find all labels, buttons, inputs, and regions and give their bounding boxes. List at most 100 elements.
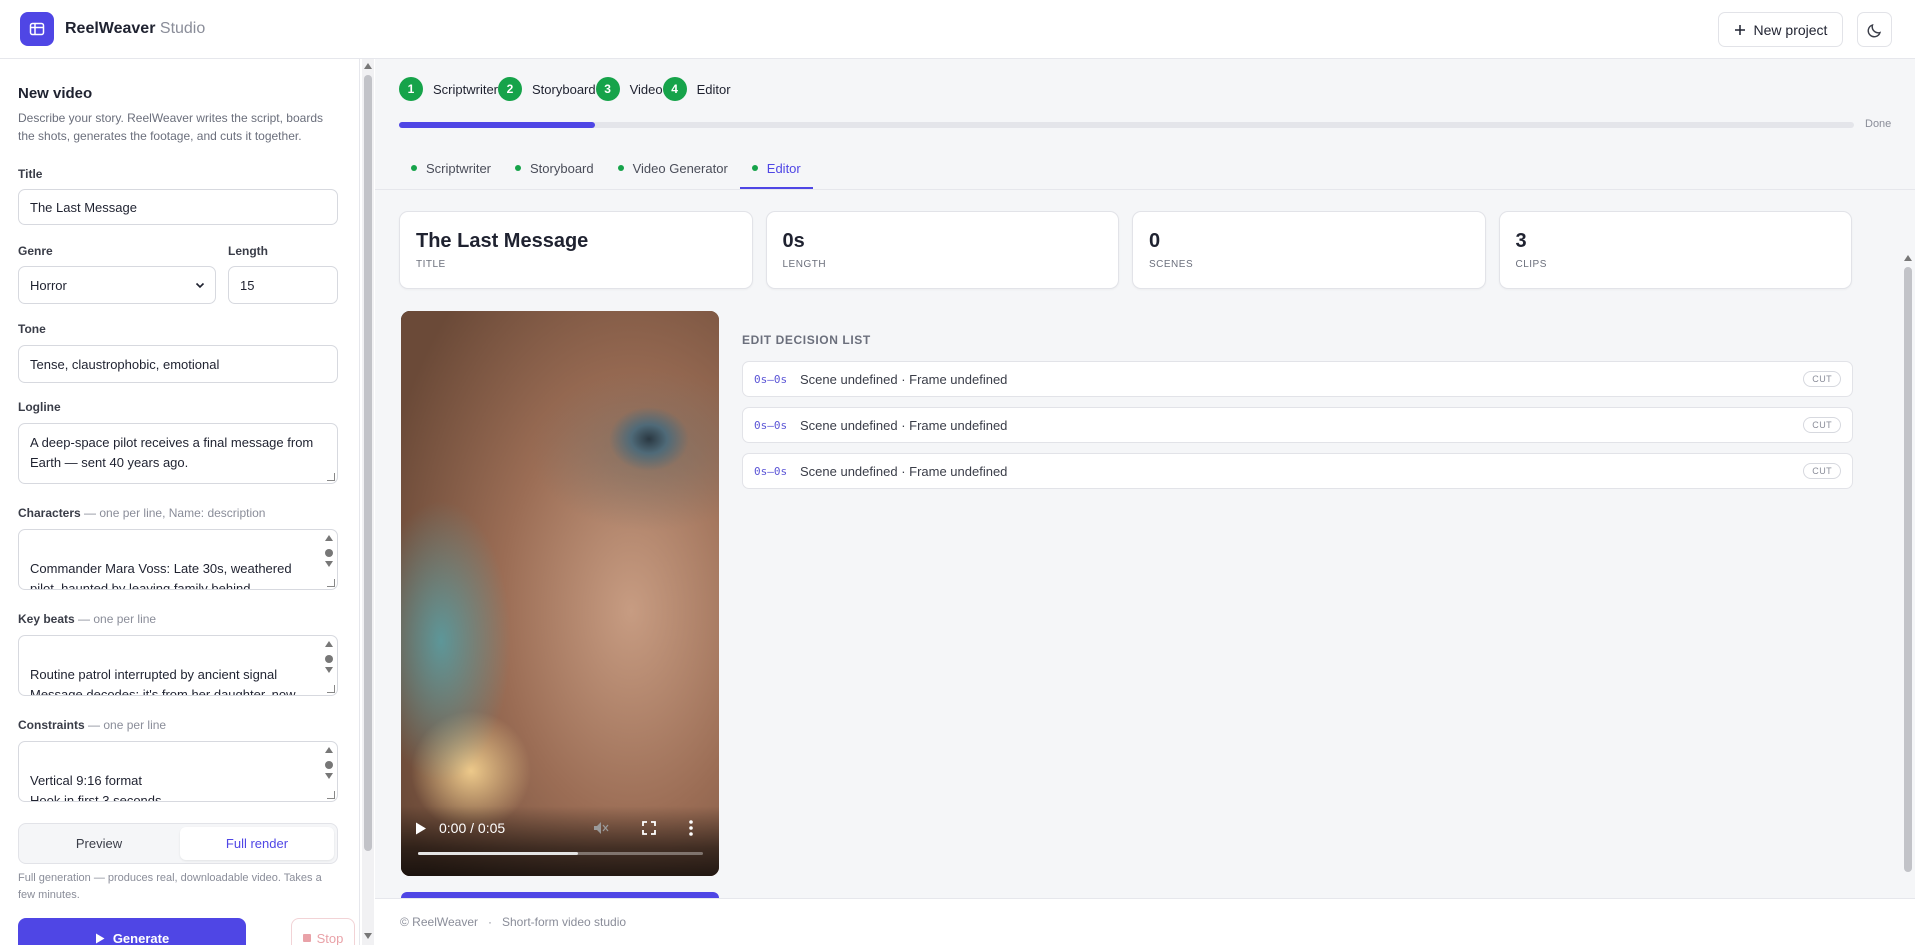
app-title: ReelWeaver Studio bbox=[65, 20, 205, 38]
fullscreen-icon[interactable] bbox=[642, 821, 656, 835]
render-mode-note: Full generation — produces real, downloa… bbox=[18, 872, 322, 901]
scrollbar-thumb[interactable] bbox=[364, 75, 372, 851]
stage-tabs: Scriptwriter Storyboard Video Generator … bbox=[399, 159, 813, 189]
generate-label: Generate bbox=[112, 930, 170, 945]
step-storyboard[interactable]: 2 Storyboard bbox=[498, 77, 596, 101]
step-video[interactable]: 3 Video bbox=[595, 77, 663, 101]
resize-handle[interactable] bbox=[327, 579, 335, 587]
status-dot bbox=[515, 165, 522, 171]
tab-label: Storyboard bbox=[530, 160, 594, 176]
generate-button[interactable]: Generate bbox=[18, 918, 246, 945]
tab-scriptwriter[interactable]: Scriptwriter bbox=[399, 159, 503, 189]
stop-button[interactable]: Stop bbox=[291, 918, 355, 945]
beats-label: Key beats — one per line bbox=[18, 612, 156, 626]
tab-editor[interactable]: Editor bbox=[739, 159, 813, 189]
stat-value: The Last Message bbox=[416, 230, 589, 252]
tab-video-generator[interactable]: Video Generator bbox=[606, 159, 740, 189]
brand-name: ReelWeaver bbox=[65, 20, 156, 37]
play-icon bbox=[95, 933, 105, 943]
scroll-up-icon[interactable] bbox=[1904, 255, 1912, 261]
step-label: Storyboard bbox=[532, 81, 596, 97]
length-input[interactable]: 15 bbox=[228, 266, 338, 304]
tone-input[interactable]: Tense, claustrophobic, emotional bbox=[18, 345, 338, 383]
step-editor[interactable]: 4 Editor bbox=[662, 77, 731, 101]
edl-timecode: 0s–0s bbox=[754, 464, 788, 478]
edl-row[interactable]: 0s–0s Scene undefined · Frame undefined … bbox=[742, 407, 1853, 443]
edl-heading: EDIT DECISION LIST bbox=[742, 333, 871, 347]
resize-handle[interactable] bbox=[327, 791, 335, 799]
textarea-scrollbar[interactable] bbox=[324, 533, 334, 577]
step-scriptwriter[interactable]: 1 Scriptwriter bbox=[399, 77, 498, 101]
chevron-down-icon bbox=[195, 282, 205, 289]
tabs-divider bbox=[375, 189, 1915, 190]
tone-input-value: Tense, claustrophobic, emotional bbox=[30, 356, 220, 372]
step-number: 3 bbox=[595, 77, 620, 101]
moon-icon bbox=[1867, 23, 1881, 37]
stats-cards: The Last Message TITLE 0s LENGTH 0 SCENES 3… bbox=[399, 211, 1852, 289]
film-icon[interactable] bbox=[20, 12, 54, 46]
edl-description: Scene undefined · Frame undefined bbox=[800, 417, 1008, 433]
play-icon[interactable] bbox=[415, 822, 427, 835]
main-content: 1 Scriptwriter 2 Storyboard 3 Video 4 Editor… bbox=[375, 59, 1915, 945]
progress-status: Done bbox=[1865, 118, 1892, 130]
edl-timecode: 0s–0s bbox=[754, 372, 788, 386]
main-scrollbar[interactable] bbox=[1902, 255, 1914, 945]
genre-select-value: Horror bbox=[30, 277, 67, 293]
new-project-button[interactable]: New project bbox=[1718, 12, 1843, 47]
brand-suffix: Studio bbox=[159, 20, 206, 37]
characters-label: Characters — one per line, Name: descrip… bbox=[18, 506, 265, 520]
constraints-textarea[interactable]: Vertical 9:16 format Hook in first 3 sec… bbox=[18, 741, 338, 802]
logline-textarea[interactable]: A deep-space pilot receives a final mess… bbox=[18, 423, 338, 484]
footer-separator: · bbox=[487, 915, 492, 929]
tab-storyboard[interactable]: Storyboard bbox=[503, 159, 606, 189]
full-render-mode-button[interactable]: Full render bbox=[180, 827, 334, 860]
sidebar-scrollbar[interactable] bbox=[362, 59, 374, 945]
step-label: Editor bbox=[696, 81, 731, 97]
render-mode-toggle: Preview Full render bbox=[18, 823, 338, 864]
characters-hint: — one per line, Name: description bbox=[84, 506, 266, 520]
characters-textarea[interactable]: Commander Mara Voss: Late 30s, weathered… bbox=[18, 529, 338, 590]
resize-handle[interactable] bbox=[327, 685, 335, 693]
beats-hint: — one per line bbox=[78, 612, 157, 626]
footer: © ReelWeaver · Short-form video studio bbox=[375, 898, 1915, 945]
edl-description: Scene undefined · Frame undefined bbox=[800, 463, 1008, 479]
step-label: Scriptwriter bbox=[433, 81, 499, 97]
more-options-icon[interactable] bbox=[689, 820, 693, 836]
resize-handle[interactable] bbox=[327, 473, 335, 481]
video-player[interactable]: 0:00 / 0:05 bbox=[401, 311, 719, 876]
new-project-label: New project bbox=[1753, 21, 1828, 38]
video-time: 0:00 / 0:05 bbox=[439, 820, 506, 836]
footer-copyright: © ReelWeaver bbox=[400, 915, 478, 929]
constraints-hint: — one per line bbox=[88, 718, 167, 732]
genre-select[interactable]: Horror bbox=[18, 266, 216, 304]
scroll-up-icon[interactable] bbox=[364, 63, 372, 69]
stat-card-clips: 3 CLIPS bbox=[1498, 211, 1852, 289]
step-number: 1 bbox=[399, 77, 423, 101]
stat-key: SCENES bbox=[1149, 259, 1194, 270]
video-scrubber[interactable] bbox=[418, 852, 703, 855]
edl-row[interactable]: 0s–0s Scene undefined · Frame undefined … bbox=[742, 361, 1853, 397]
beats-textarea[interactable]: Routine patrol interrupted by ancient si… bbox=[18, 635, 338, 696]
edl-description: Scene undefined · Frame undefined bbox=[800, 371, 1008, 387]
stop-icon bbox=[302, 934, 311, 942]
tab-label: Video Generator bbox=[632, 160, 728, 176]
footer-tagline: Short-form video studio bbox=[501, 915, 627, 929]
step-number: 4 bbox=[662, 77, 687, 101]
volume-muted-icon[interactable] bbox=[593, 821, 609, 835]
pipeline-progress-bar bbox=[399, 122, 1854, 128]
textarea-scrollbar[interactable] bbox=[324, 639, 334, 683]
scroll-down-icon[interactable] bbox=[364, 933, 372, 939]
preview-mode-button[interactable]: Preview bbox=[22, 827, 176, 860]
panel-title: New video bbox=[18, 85, 93, 102]
textarea-scrollbar[interactable] bbox=[324, 745, 334, 789]
pipeline-stepper: 1 Scriptwriter 2 Storyboard 3 Video 4 Editor bbox=[399, 77, 731, 101]
title-input[interactable]: The Last Message bbox=[18, 189, 338, 225]
scrollbar-thumb[interactable] bbox=[1904, 267, 1912, 872]
theme-toggle-button[interactable] bbox=[1857, 12, 1892, 47]
genre-label: Genre bbox=[18, 244, 53, 258]
status-dot bbox=[751, 165, 758, 171]
edl-row[interactable]: 0s–0s Scene undefined · Frame undefined … bbox=[742, 453, 1853, 489]
title-label: Title bbox=[18, 167, 43, 181]
beats-label-text: Key beats bbox=[18, 612, 75, 626]
status-dot bbox=[617, 165, 624, 171]
